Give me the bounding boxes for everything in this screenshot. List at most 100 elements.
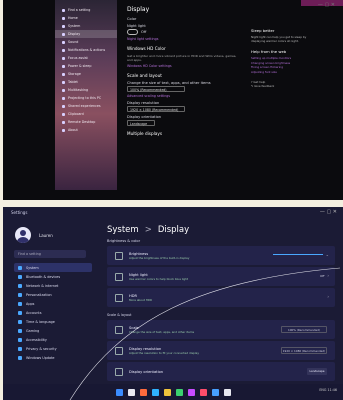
- taskbar-app-icon[interactable]: [187, 388, 195, 396]
- sidebar-item[interactable]: Accessibility: [14, 335, 92, 344]
- brightness-card[interactable]: Brightness Adjust the brightness of the …: [107, 246, 335, 265]
- breadcrumb-parent[interactable]: System: [107, 225, 139, 235]
- nav-icon: [18, 319, 22, 324]
- sidebar-item-label: Network & internet: [26, 283, 59, 288]
- sidebar-item[interactable]: About: [55, 126, 117, 134]
- taskbar-app-icon[interactable]: [151, 388, 159, 396]
- sidebar-item[interactable]: Apps: [14, 299, 92, 308]
- sidebar-item-label: Accessibility: [26, 337, 47, 342]
- night-light-card[interactable]: Night light Use warmer colors to help bl…: [107, 267, 335, 286]
- nav-icon: [18, 292, 22, 297]
- taskbar-app-icon[interactable]: [139, 388, 147, 396]
- card-desc: Use warmer colors to help block blue lig…: [129, 276, 189, 281]
- orientation-dropdown[interactable]: Landscape: [307, 368, 327, 375]
- sidebar-item[interactable]: Time & language: [14, 317, 92, 326]
- sidebar-item[interactable]: Gaming: [14, 326, 92, 335]
- taskbar-app-icon[interactable]: [163, 388, 171, 396]
- sidebar-item[interactable]: Projecting to this PC: [55, 94, 117, 102]
- sidebar-item[interactable]: Windows Update: [14, 353, 92, 362]
- night-light-toggle[interactable]: [127, 29, 138, 35]
- sidebar-item[interactable]: Storage: [55, 70, 117, 78]
- nav-icon: [62, 16, 65, 20]
- help-title: Help from the web: [251, 49, 287, 54]
- sidebar-item[interactable]: System: [55, 22, 117, 30]
- sidebar-item-label: Tablet: [68, 80, 78, 84]
- taskbar-app-icon[interactable]: [199, 388, 207, 396]
- night-light-toggle[interactable]: Off ›: [320, 273, 329, 278]
- sidebar-item[interactable]: Clipboard: [55, 110, 117, 118]
- sidebar-item-label: Privacy & security: [26, 346, 57, 351]
- sidebar-item[interactable]: Find a setting: [55, 6, 117, 14]
- search-input[interactable]: Find a setting: [14, 250, 86, 258]
- window-controls[interactable]: — ▢ ✕: [320, 209, 337, 215]
- sidebar-item[interactable]: Focus assist: [55, 54, 117, 62]
- scale-dropdown[interactable]: 100% (Recommended): [127, 86, 185, 92]
- chevron-right-icon: ›: [327, 294, 329, 299]
- scale-dropdown[interactable]: 100% (Recommended): [281, 326, 327, 333]
- windows-hd-label: Windows HD Color: [127, 46, 166, 51]
- sidebar-item[interactable]: Tablet: [55, 78, 117, 86]
- brightness-slider[interactable]: ⌄: [272, 252, 329, 257]
- taskbar-app-icon[interactable]: [115, 388, 123, 396]
- brightness-section-title: Brightness & color: [107, 239, 141, 243]
- nav-icon: [18, 355, 22, 360]
- resolution-dropdown[interactable]: 1920 × 1080 (Recommended): [281, 347, 327, 354]
- nav-icon: [62, 120, 65, 124]
- sidebar-item-label: Accounts: [26, 310, 42, 315]
- taskbar-app-icon[interactable]: [211, 388, 219, 396]
- resolution-dropdown[interactable]: 1920 × 1080 (Recommended): [127, 106, 185, 112]
- user-profile[interactable]: Lauren: [15, 227, 53, 243]
- sidebar-item-label: System: [26, 265, 39, 270]
- taskbar-app-icon[interactable]: [223, 388, 231, 396]
- window-controls[interactable]: — ▢ ✕: [318, 2, 335, 8]
- sidebar-item[interactable]: Sound: [55, 38, 117, 46]
- nav-icon: [18, 301, 22, 306]
- sidebar-item-label: Storage: [68, 72, 81, 76]
- moon-icon: [115, 272, 123, 281]
- window-title: Settings: [11, 210, 28, 215]
- scale-card[interactable]: Scale Change the size of text, apps, and…: [107, 320, 335, 339]
- nav-icon: [18, 328, 22, 333]
- sidebar-item[interactable]: System: [14, 263, 92, 272]
- hdr-icon: [115, 293, 123, 302]
- legacy-display-panel: Display Color Night light Off Night ligh…: [127, 6, 237, 136]
- scale-section-title: Scale and layout: [127, 73, 162, 78]
- nav-icon: [62, 104, 65, 108]
- night-light-settings-link[interactable]: Night light settings: [127, 37, 237, 41]
- sidebar-item-label: Multitasking: [68, 88, 89, 92]
- advanced-scaling-link[interactable]: Advanced scaling settings: [127, 94, 237, 98]
- give-feedback-link[interactable]: ✎ Give feedback: [251, 84, 311, 88]
- sidebar-item[interactable]: Accounts: [14, 308, 92, 317]
- sidebar-item[interactable]: Power & sleep: [55, 62, 117, 70]
- sun-icon: [115, 251, 123, 260]
- nav-icon: [18, 310, 22, 315]
- system-tray[interactable]: ENG 11:46: [319, 388, 337, 392]
- sidebar-item[interactable]: Bluetooth & devices: [14, 272, 92, 281]
- sidebar-item[interactable]: Remote Desktop: [55, 118, 117, 126]
- card-desc: Change the size of text, apps, and other…: [129, 329, 195, 334]
- sidebar-item[interactable]: Notifications & actions: [55, 46, 117, 54]
- orientation-dropdown[interactable]: Landscape: [127, 120, 155, 126]
- sidebar-item[interactable]: Display: [55, 30, 117, 38]
- sidebar-item[interactable]: Shared experiences: [55, 102, 117, 110]
- sidebar-item[interactable]: Personalization: [14, 290, 92, 299]
- sidebar-item[interactable]: Network & internet: [14, 281, 92, 290]
- nav-icon: [62, 32, 65, 36]
- nav-icon: [62, 24, 65, 28]
- sidebar-item[interactable]: Multitasking: [55, 86, 117, 94]
- sidebar-item[interactable]: Home: [55, 14, 117, 22]
- windows-hd-link[interactable]: Windows HD Color settings: [127, 64, 237, 68]
- sidebar-nav: System Bluetooth & devices Network & inter…: [14, 263, 92, 362]
- sleep-better-text: Night light can help you get to sleep by…: [251, 35, 307, 43]
- orientation-card[interactable]: Display orientation Landscape: [107, 362, 335, 381]
- taskbar-app-icon[interactable]: [127, 388, 135, 396]
- chevron-right-icon: ›: [327, 273, 329, 278]
- resolution-label: Display resolution: [127, 101, 160, 105]
- resolution-card[interactable]: Display resolution Adjust the resolution…: [107, 341, 335, 360]
- hdr-card[interactable]: HDR More about HDR ›: [107, 288, 335, 307]
- taskbar-app-icon[interactable]: [175, 388, 183, 396]
- sidebar-item[interactable]: Privacy & security: [14, 344, 92, 353]
- breadcrumb: System > Display: [107, 225, 343, 235]
- sidebar-item-label: Windows Update: [26, 355, 55, 360]
- sidebar-item-label: Clipboard: [68, 112, 84, 116]
